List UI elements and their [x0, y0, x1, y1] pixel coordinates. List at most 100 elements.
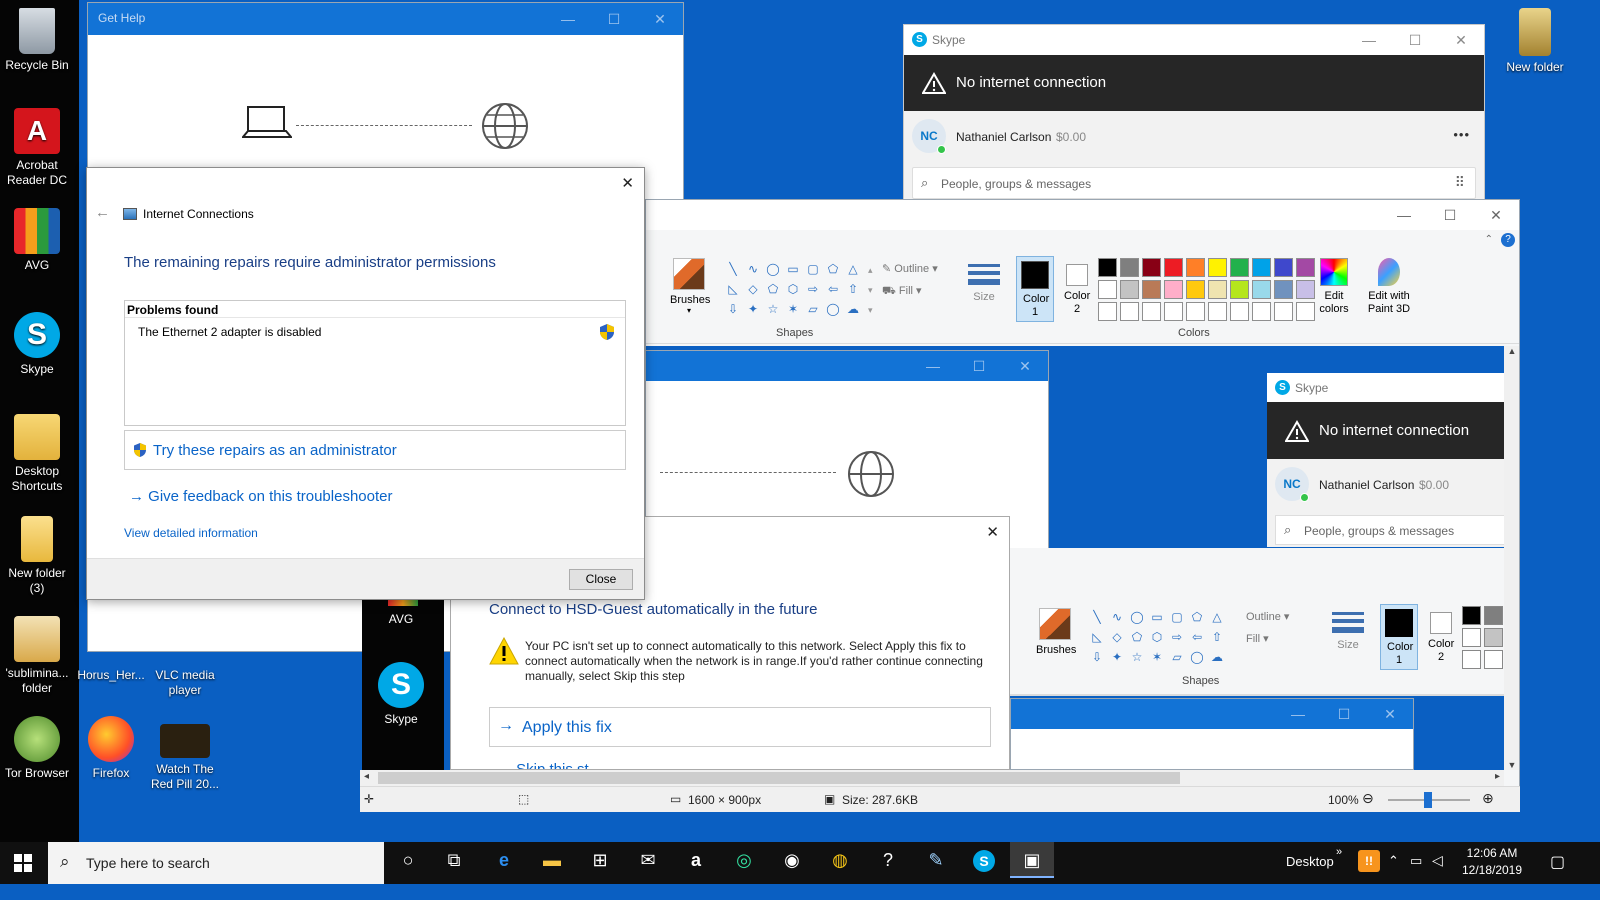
small-copy-maximize[interactable]: ☐	[1321, 699, 1367, 729]
show-hidden-icons-icon[interactable]: ⌃	[1388, 853, 1399, 869]
outline-button[interactable]: ✎ Outline ▾	[882, 262, 938, 275]
outline-button-copy[interactable]: Outline ▾	[1246, 610, 1289, 623]
tripadvisor-icon[interactable]: ◎	[722, 842, 766, 878]
desktop-icon-tor-browser[interactable]: Tor Browser	[0, 716, 74, 781]
clock-date[interactable]: 12/18/2019	[1456, 863, 1528, 877]
palette-swatch[interactable]	[1186, 258, 1205, 277]
skype-profile-row[interactable]: NC Nathaniel Carlson $0.00 •••	[904, 111, 1484, 163]
mail-icon[interactable]: ✉	[626, 842, 670, 878]
paint-close[interactable]: ✕	[1473, 200, 1519, 230]
paint-horizontal-scrollbar[interactable]: ◂ ▸	[360, 770, 1504, 786]
brushes-button[interactable]: Brushes ▾	[670, 258, 710, 328]
color-palette[interactable]	[1098, 258, 1315, 321]
skype-copy-profile-row[interactable]: NC Nathaniel Carlson $0.00	[1267, 459, 1504, 511]
edge-icon[interactable]: e	[482, 842, 526, 878]
zoom-in-button[interactable]: ⊕	[1482, 790, 1494, 807]
action-center-icon[interactable]: ▢	[1550, 852, 1565, 872]
palette-swatch[interactable]	[1208, 280, 1227, 299]
zoom-out-button[interactable]: ⊖	[1362, 790, 1374, 807]
desktop-icon-acrobat[interactable]: A Acrobat Reader DC	[0, 108, 74, 188]
apply-fix-button[interactable]: → Apply this fix	[489, 707, 991, 747]
help-icon[interactable]: ?	[1501, 233, 1515, 247]
scroll-thumb[interactable]	[378, 772, 1180, 784]
network-troubleshooter-taskbar-icon[interactable]: ▣	[1010, 842, 1054, 878]
palette-swatch[interactable]	[1164, 280, 1183, 299]
palette-swatch[interactable]	[1098, 258, 1117, 277]
start-button[interactable]	[0, 842, 46, 884]
palette-swatch[interactable]	[1142, 258, 1161, 277]
volume-icon[interactable]: ◁	[1432, 852, 1443, 869]
skype-copy-search-input[interactable]: ⌕ People, groups & messages	[1275, 515, 1504, 545]
palette-swatch[interactable]	[1252, 258, 1271, 277]
cortana-icon[interactable]: ○	[386, 842, 430, 878]
scroll-up-icon[interactable]: ▲	[1504, 346, 1519, 356]
photo-app-icon[interactable]: ◍	[818, 842, 862, 878]
get-help-minimize[interactable]: —	[545, 3, 591, 35]
palette-swatch[interactable]	[1208, 302, 1227, 321]
skip-step-link[interactable]: → Skip this st...	[497, 761, 601, 769]
desktop-icon-desktop-shortcuts[interactable]: Desktop Shortcuts	[0, 414, 74, 494]
color-palette-copy[interactable]	[1462, 606, 1504, 669]
palette-swatch[interactable]	[1186, 302, 1205, 321]
file-explorer-icon[interactable]: ▬	[530, 842, 574, 878]
give-feedback-link[interactable]: → Give feedback on this troubleshooter	[129, 488, 393, 505]
battery-icon[interactable]: ▭	[1410, 853, 1422, 869]
copy-maximize[interactable]: ☐	[956, 351, 1002, 381]
scroll-right-icon[interactable]: ▸	[1495, 771, 1500, 782]
get-help-maximize[interactable]: ☐	[591, 3, 637, 35]
edit-colors-button[interactable]: Edit colors	[1314, 258, 1354, 316]
palette-swatch[interactable]	[1186, 280, 1205, 299]
color1-button-copy[interactable]: Color 1	[1380, 604, 1418, 670]
toolbar-expand-icon[interactable]: »	[1336, 846, 1342, 858]
small-copy-close[interactable]: ✕	[1367, 699, 1413, 729]
run-as-admin-button[interactable]: Try these repairs as an administrator	[124, 430, 626, 470]
palette-swatch[interactable]	[1120, 302, 1139, 321]
shapes-scroll[interactable]: ▴ ▾ ▾	[868, 260, 873, 320]
more-options-icon[interactable]: •••	[1453, 127, 1470, 142]
skype-maximize[interactable]: ☐	[1392, 25, 1438, 55]
color2-button[interactable]: Color 2	[1058, 256, 1096, 322]
palette-swatch[interactable]	[1120, 280, 1139, 299]
desktop-icon-avg[interactable]: AVG	[0, 208, 74, 273]
palette-swatch[interactable]	[1274, 302, 1293, 321]
desktop-icon-new-folder-3[interactable]: New folder (3)	[0, 516, 74, 596]
palette-swatch[interactable]	[1274, 280, 1293, 299]
store-icon[interactable]: ⊞	[578, 842, 622, 878]
palette-swatch[interactable]	[1098, 280, 1117, 299]
color1-button[interactable]: Color 1	[1016, 256, 1054, 322]
copy-minimize[interactable]: —	[910, 351, 956, 381]
paint-minimize[interactable]: —	[1381, 200, 1427, 230]
palette-swatch[interactable]	[1296, 302, 1315, 321]
size-button[interactable]: Size	[964, 260, 1004, 303]
size-button-copy[interactable]: Size	[1328, 608, 1368, 651]
scroll-left-icon[interactable]: ◂	[364, 771, 369, 782]
paint-taskbar-icon[interactable]: ✎	[914, 842, 958, 878]
small-copy-minimize[interactable]: —	[1275, 699, 1321, 729]
task-view-icon[interactable]: ⧉	[432, 842, 476, 878]
get-help-close[interactable]: ✕	[637, 3, 683, 35]
palette-swatch[interactable]	[1120, 258, 1139, 277]
collapse-ribbon-icon[interactable]: ⌃	[1485, 234, 1493, 245]
palette-swatch[interactable]	[1142, 302, 1161, 321]
back-arrow-icon[interactable]: ←	[95, 204, 110, 221]
palette-swatch[interactable]	[1296, 258, 1315, 277]
desktop-icon-skype[interactable]: S Skype	[0, 312, 74, 377]
scroll-down-icon[interactable]: ▼	[1504, 760, 1519, 770]
desktop-toolbar-label[interactable]: Desktop	[1286, 854, 1334, 869]
desktop-icon-subliminal-folder[interactable]: 'sublimina... folder	[0, 616, 74, 696]
skype-close[interactable]: ✕	[1438, 25, 1484, 55]
palette-swatch[interactable]	[1296, 280, 1315, 299]
view-details-link[interactable]: View detailed information	[124, 526, 258, 540]
get-help-taskbar-icon[interactable]: ?	[866, 842, 910, 878]
skype-minimize[interactable]: —	[1346, 25, 1392, 55]
skype-search-input[interactable]: ⌕ People, groups & messages ⠿	[912, 167, 1476, 199]
shapes-gallery[interactable]: ╲ ∿ ◯ ▭ ▢ ⬠ △ ◺ ◇ ⬠ ⬡ ⇨ ⇦ ⇧ ⇩ ✦ ☆ ✶ ▱ ◯ ☁	[724, 260, 862, 318]
desktop-icon-new-folder[interactable]: New folder	[1490, 8, 1580, 75]
paint-maximize[interactable]: ☐	[1427, 200, 1473, 230]
taskbar-search-box[interactable]: ⌕ Type here to search	[48, 842, 384, 884]
palette-swatch[interactable]	[1252, 302, 1271, 321]
color2-button-copy[interactable]: Color 2	[1422, 604, 1460, 670]
zoom-slider-thumb[interactable]	[1424, 792, 1432, 808]
notification-badge-icon[interactable]: !!	[1358, 850, 1380, 872]
shapes-gallery-copy[interactable]: ╲ ∿ ◯ ▭ ▢ ⬠ △ ◺ ◇ ⬠ ⬡ ⇨ ⇦ ⇧ ⇩ ✦ ☆ ✶ ▱ ◯ ☁	[1088, 608, 1226, 666]
